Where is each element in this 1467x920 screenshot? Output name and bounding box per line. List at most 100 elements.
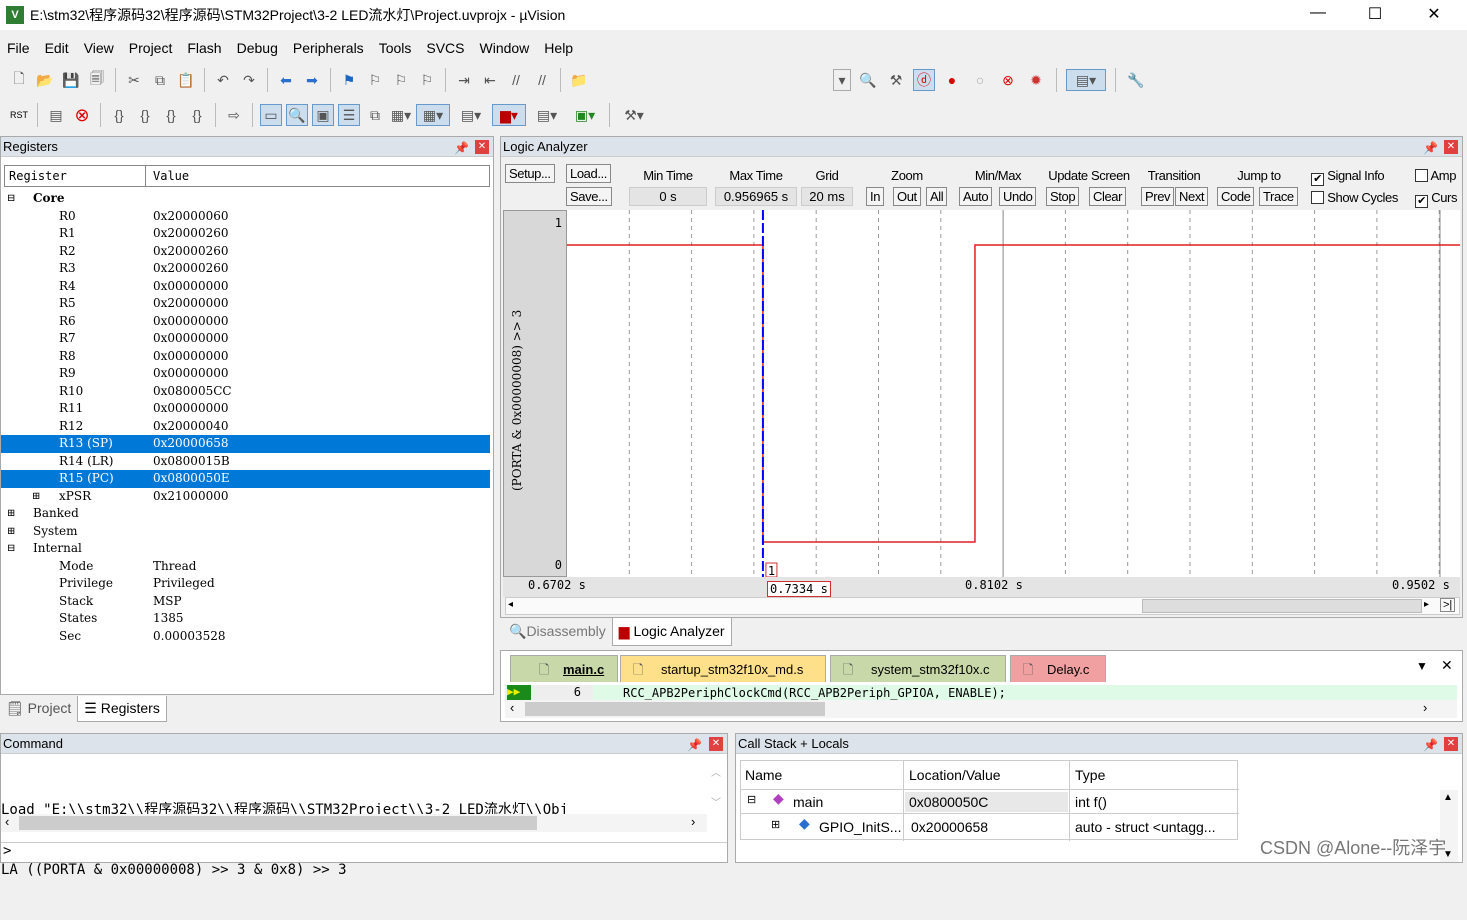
tab-disassembly[interactable]: 🔍Disassembly bbox=[503, 618, 612, 646]
checkbox-checked-icon[interactable]: ✔ bbox=[1415, 195, 1428, 208]
uncomment-icon[interactable]: // bbox=[531, 69, 553, 91]
incremental-find-icon[interactable]: ⚒ bbox=[885, 69, 907, 91]
checkbox-checked-icon[interactable]: ✔ bbox=[1311, 173, 1324, 186]
register-group-system[interactable]: ⊞ System bbox=[1, 523, 490, 541]
register-row[interactable]: R2 0x20000260 bbox=[1, 243, 490, 261]
column-value[interactable]: Value bbox=[153, 169, 189, 183]
register-row[interactable]: R3 0x20000260 bbox=[1, 260, 490, 278]
save-button[interactable]: Save... bbox=[566, 187, 612, 206]
undo-button[interactable]: Undo bbox=[999, 187, 1037, 206]
zoom-all-button[interactable]: All bbox=[926, 187, 948, 206]
editor-tab[interactable]: 🗋 main.c bbox=[510, 655, 618, 682]
analysis-window-icon[interactable]: ▆▾ bbox=[492, 104, 526, 126]
toolbox-icon[interactable]: ⚒▾ bbox=[617, 104, 651, 126]
breakpoints-disable-all-icon[interactable]: ⊗ bbox=[997, 69, 1019, 91]
scroll-left-icon[interactable]: ‹ bbox=[5, 814, 9, 829]
register-row[interactable]: R5 0x20000000 bbox=[1, 295, 490, 313]
undo-icon[interactable]: ↶ bbox=[212, 69, 234, 91]
pin-icon[interactable]: 📌 bbox=[687, 735, 702, 755]
close-icon[interactable]: ✕ bbox=[475, 140, 489, 154]
scroll-left-icon[interactable]: ‹ bbox=[510, 700, 514, 715]
close-icon[interactable]: ✕ bbox=[1444, 140, 1458, 154]
close-icon[interactable]: ✕ bbox=[1444, 737, 1458, 751]
cut-icon[interactable]: ✂ bbox=[123, 69, 145, 91]
amplitude-checkbox[interactable]: Amp bbox=[1415, 168, 1456, 183]
jump-trace-button[interactable]: Trace bbox=[1259, 187, 1298, 206]
run-to-cursor-icon[interactable]: {} bbox=[186, 104, 208, 126]
menu-flash[interactable]: Flash bbox=[180, 36, 229, 60]
scroll-thumb[interactable] bbox=[525, 702, 825, 716]
horizontal-scrollbar[interactable]: ◂ ▸ >| bbox=[505, 597, 1460, 615]
nav-back-icon[interactable]: ⬅ bbox=[275, 69, 297, 91]
register-row[interactable]: R6 0x00000000 bbox=[1, 313, 490, 331]
scroll-thumb[interactable] bbox=[1142, 599, 1422, 613]
show-cycles-checkbox[interactable]: Show Cycles bbox=[1311, 190, 1398, 205]
reset-icon[interactable]: RST bbox=[8, 104, 30, 126]
debug-session-icon[interactable]: ⓓ bbox=[913, 69, 935, 91]
call-stack-icon[interactable]: ⧉ bbox=[364, 104, 386, 126]
menu-view[interactable]: View bbox=[77, 36, 122, 60]
memory-window-icon[interactable]: ▦▾ bbox=[416, 104, 450, 126]
register-group-banked[interactable]: ⊞ Banked bbox=[1, 505, 490, 523]
new-file-icon[interactable]: 🗋 bbox=[8, 69, 30, 91]
close-button[interactable]: ✕ bbox=[1414, 4, 1454, 24]
menu-window[interactable]: Window bbox=[473, 36, 538, 60]
editor-tab[interactable]: 🗋 Delay.c bbox=[1010, 655, 1106, 682]
menu-file[interactable]: File bbox=[0, 36, 38, 60]
callstack-row[interactable]: ⊞ ◆ GPIO_InitS... 0x20000658 auto - stru… bbox=[741, 815, 1239, 839]
show-next-statement-icon[interactable]: ⇨ bbox=[223, 104, 245, 126]
clear-button[interactable]: Clear bbox=[1089, 187, 1127, 206]
signal-info-checkbox[interactable]: ✔ Signal Info bbox=[1311, 168, 1385, 186]
save-icon[interactable]: 💾 bbox=[60, 69, 82, 91]
register-row[interactable]: R4 0x00000000 bbox=[1, 278, 490, 296]
menu-debug[interactable]: Debug bbox=[230, 36, 286, 60]
column-register[interactable]: Register bbox=[9, 169, 67, 183]
expand-icon[interactable]: ⊞ bbox=[7, 523, 15, 541]
column-type[interactable]: Type bbox=[1075, 767, 1105, 783]
dropdown-icon[interactable]: ▾ bbox=[833, 69, 851, 91]
pin-icon[interactable]: 📌 bbox=[454, 138, 469, 158]
configure-icon[interactable]: 🔧 bbox=[1125, 69, 1147, 91]
load-button[interactable]: Load... bbox=[566, 164, 611, 183]
zoom-in-button[interactable]: In bbox=[866, 187, 885, 206]
register-group-internal[interactable]: ⊟ Internal bbox=[1, 540, 490, 558]
run-icon[interactable]: ▤ bbox=[45, 104, 67, 126]
expand-icon[interactable]: ⊞ bbox=[32, 488, 40, 506]
zoom-out-button[interactable]: Out bbox=[893, 187, 921, 206]
copy-icon[interactable]: ⧉ bbox=[149, 69, 171, 91]
command-window-icon[interactable]: ▭ bbox=[260, 104, 282, 126]
open-icon[interactable]: 📂 bbox=[34, 69, 56, 91]
setup-button[interactable]: Setup... bbox=[505, 164, 555, 183]
register-row[interactable]: States 1385 bbox=[1, 610, 490, 628]
auto-button[interactable]: Auto bbox=[959, 187, 993, 206]
menu-svcs[interactable]: SVCS bbox=[419, 36, 472, 60]
scroll-down-icon[interactable]: ﹀ bbox=[711, 794, 721, 809]
checkbox-unchecked-icon[interactable] bbox=[1415, 169, 1428, 182]
step-over-icon[interactable]: {} bbox=[134, 104, 156, 126]
stop-icon[interactable]: ⊗ bbox=[71, 104, 93, 126]
trace-window-icon[interactable]: ▤▾ bbox=[530, 104, 564, 126]
scroll-up-icon[interactable]: ▲ bbox=[1443, 792, 1453, 803]
step-out-icon[interactable]: {} bbox=[160, 104, 182, 126]
collapse-icon[interactable]: ⊟ bbox=[7, 540, 15, 558]
register-row[interactable]: R15 (PC) 0x0800050E bbox=[1, 470, 490, 488]
serial-window-icon[interactable]: ▤▾ bbox=[454, 104, 488, 126]
registers-window-icon[interactable]: ☰ bbox=[338, 104, 360, 126]
unindent-icon[interactable]: ⇤ bbox=[479, 69, 501, 91]
stop-button[interactable]: Stop bbox=[1046, 187, 1080, 206]
find-icon[interactable]: 🔍 bbox=[857, 69, 879, 91]
bookmark-prev-icon[interactable]: ⚐ bbox=[364, 69, 386, 91]
menu-edit[interactable]: Edit bbox=[38, 36, 77, 60]
tab-list-icon[interactable]: ▼ bbox=[1416, 659, 1428, 673]
register-row[interactable]: R14 (LR) 0x0800015B bbox=[1, 453, 490, 471]
register-row[interactable]: Stack MSP bbox=[1, 593, 490, 611]
window-layout-icon[interactable]: ▤▾ bbox=[1066, 69, 1106, 91]
jump-code-button[interactable]: Code bbox=[1217, 187, 1255, 206]
minimize-button[interactable]: — bbox=[1298, 4, 1338, 22]
waveform-display[interactable]: 1 bbox=[567, 210, 1460, 577]
system-viewer-icon[interactable]: ▣▾ bbox=[568, 104, 602, 126]
menu-project[interactable]: Project bbox=[122, 36, 181, 60]
cursor-checkbox[interactable]: ✔ Curs bbox=[1415, 190, 1457, 208]
bookmark-icon[interactable]: ⚑ bbox=[338, 69, 360, 91]
callstack-row[interactable]: ⊟ ◆ main 0x0800050C int f() bbox=[741, 790, 1239, 814]
